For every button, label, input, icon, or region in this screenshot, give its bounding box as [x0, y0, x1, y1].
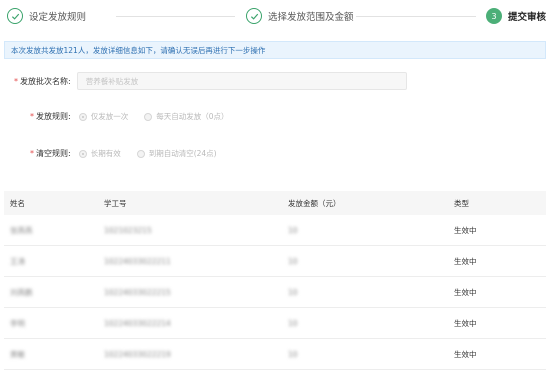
step-1-label: 设定发放规则: [29, 12, 87, 23]
issue-rule-option-daily[interactable]: 每天自动发放（0点）: [144, 111, 228, 122]
radio-button[interactable]: [78, 149, 87, 158]
clear-rule-option-permanent-label: 长期有效: [90, 149, 121, 158]
table-row: 王涛 10224033022211 10 生效中: [4, 246, 546, 277]
step-3-label: 提交审核: [508, 12, 547, 23]
cell-type: 生效中: [454, 287, 477, 297]
batch-name-label: * 发放批次名称:: [14, 76, 71, 86]
cell-name: 张燕燕: [10, 225, 33, 235]
column-header-id: 学工号: [104, 198, 127, 208]
cell-name: 刘燕鹏: [10, 287, 33, 297]
step-connector-2: [356, 16, 476, 17]
column-header-type: 类型: [454, 198, 469, 208]
steps-bar: 设定发放规则 选择发放范围及金额 3 提交审核: [0, 0, 554, 36]
cell-amount: 10: [288, 349, 298, 359]
issue-rule-row: * 发放规则: 仅发放一次 每天自动发放（0点）: [30, 111, 240, 122]
batch-name-row: * 发放批次名称:: [14, 72, 407, 90]
cell-name: 李明: [10, 318, 25, 328]
table-row: 张燕燕 1021023215 10 生效中: [4, 215, 546, 246]
info-alert: 本次发放共发放121人，发放详细信息如下，请确认无误后再进行下一步操作: [4, 41, 546, 59]
clear-rule-label: * 清空规则:: [30, 149, 71, 158]
table-row: 黄敏 10224033022219 10 生效中: [4, 339, 546, 370]
info-alert-text: 本次发放共发放121人，发放详细信息如下，请确认无误后再进行下一步操作: [11, 45, 266, 55]
table-header: 姓名 学工号 发放金额（元） 类型: [4, 191, 546, 215]
radio-button[interactable]: [78, 112, 87, 121]
step-2: 选择发放范围及金额: [246, 6, 354, 26]
step-1: 设定发放规则: [7, 6, 86, 26]
cell-amount: 10: [288, 318, 298, 328]
cell-id: 10224033022211: [104, 256, 171, 266]
cell-amount: 10: [288, 287, 298, 297]
check-icon: [7, 8, 23, 24]
issue-rule-option-daily-label: 每天自动发放（0点）: [156, 112, 229, 121]
cell-id: 1021023215: [104, 225, 152, 235]
batch-name-input[interactable]: [76, 72, 407, 90]
cell-type: 生效中: [454, 318, 477, 328]
cell-id: 10224033022214: [104, 318, 171, 328]
check-icon: [246, 8, 262, 24]
step-connector-1: [116, 16, 235, 17]
issue-rule-label: * 发放规则:: [30, 112, 71, 121]
cell-amount: 10: [288, 256, 298, 266]
clear-rule-option-expire-label: 到期自动清空(24点): [148, 149, 217, 158]
cell-type: 生效中: [454, 225, 477, 235]
clear-rule-option-expire[interactable]: 到期自动清空(24点): [136, 148, 217, 159]
column-header-amount: 发放金额（元）: [288, 198, 341, 208]
table-row: 李明 10224033022214 10 生效中: [4, 308, 546, 339]
issue-rule-option-once[interactable]: 仅发放一次: [78, 111, 129, 122]
cell-id: 10224033022215: [104, 287, 171, 297]
step-3: 3 提交审核: [486, 6, 546, 26]
radio-button[interactable]: [136, 149, 145, 158]
issue-rule-option-once-label: 仅发放一次: [90, 112, 129, 121]
cell-id: 10224033022219: [104, 349, 171, 359]
clear-rule-option-permanent[interactable]: 长期有效: [78, 148, 121, 159]
column-header-name: 姓名: [10, 198, 25, 208]
recipient-table: 姓名 学工号 发放金额（元） 类型 张燕燕 1021023215 10 生效中 …: [4, 191, 546, 370]
cell-amount: 10: [288, 225, 298, 235]
step-3-number: 3: [486, 8, 502, 24]
cell-type: 生效中: [454, 256, 477, 266]
radio-button[interactable]: [144, 112, 153, 121]
step-2-label: 选择发放范围及金额: [268, 12, 354, 23]
cell-name: 王涛: [10, 256, 25, 266]
table-row: 刘燕鹏 10224033022215 10 生效中: [4, 277, 546, 308]
clear-rule-row: * 清空规则: 长期有效 到期自动清空(24点): [30, 148, 229, 159]
